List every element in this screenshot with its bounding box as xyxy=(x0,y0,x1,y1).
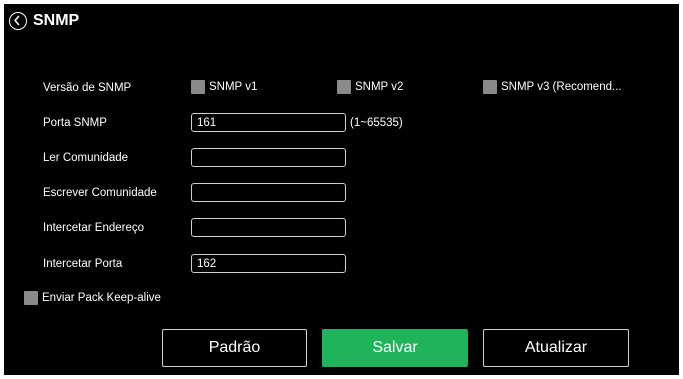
read-community-input[interactable] xyxy=(191,148,346,167)
snmp-v3-label: SNMP v3 (Recomend... xyxy=(501,81,622,93)
snmp-v1-checkbox[interactable] xyxy=(191,80,205,94)
trap-port-input[interactable] xyxy=(191,254,346,273)
default-button[interactable]: Padrão xyxy=(162,329,307,367)
snmp-v2-label: SNMP v2 xyxy=(355,81,404,93)
snmp-version-label: Versão de SNMP xyxy=(43,82,132,94)
save-button[interactable]: Salvar xyxy=(322,329,468,367)
read-community-label: Ler Comunidade xyxy=(43,152,129,164)
snmp-v1-option[interactable]: SNMP v1 xyxy=(191,80,257,94)
refresh-button[interactable]: Atualizar xyxy=(483,329,629,367)
snmp-v2-option[interactable]: SNMP v2 xyxy=(337,80,403,94)
write-community-input[interactable] xyxy=(191,183,346,202)
snmp-v3-option[interactable]: SNMP v3 (Recomend... xyxy=(483,80,622,94)
chevron-left-icon xyxy=(14,15,20,26)
snmp-port-label: Porta SNMP xyxy=(43,117,107,129)
keepalive-option[interactable]: Enviar Pack Keep-alive xyxy=(24,291,161,305)
back-icon[interactable] xyxy=(9,12,27,30)
snmp-v2-checkbox[interactable] xyxy=(337,80,351,94)
write-community-label: Escrever Comunidade xyxy=(43,187,157,199)
snmp-port-input[interactable] xyxy=(191,113,346,132)
trap-port-label: Intercetar Porta xyxy=(43,258,123,270)
snmp-settings-panel: SNMP Versão de SNMP SNMP v1 SNMP v2 SNMP… xyxy=(4,4,679,375)
keepalive-label: Enviar Pack Keep-alive xyxy=(42,292,161,304)
snmp-v1-label: SNMP v1 xyxy=(209,81,258,93)
trap-address-input[interactable] xyxy=(191,218,346,237)
trap-address-label: Intercetar Endereço xyxy=(43,222,145,234)
page-title: SNMP xyxy=(33,12,80,29)
snmp-v3-checkbox[interactable] xyxy=(483,80,497,94)
keepalive-checkbox[interactable] xyxy=(24,291,38,305)
snmp-port-range-hint: (1~65535) xyxy=(350,117,403,129)
